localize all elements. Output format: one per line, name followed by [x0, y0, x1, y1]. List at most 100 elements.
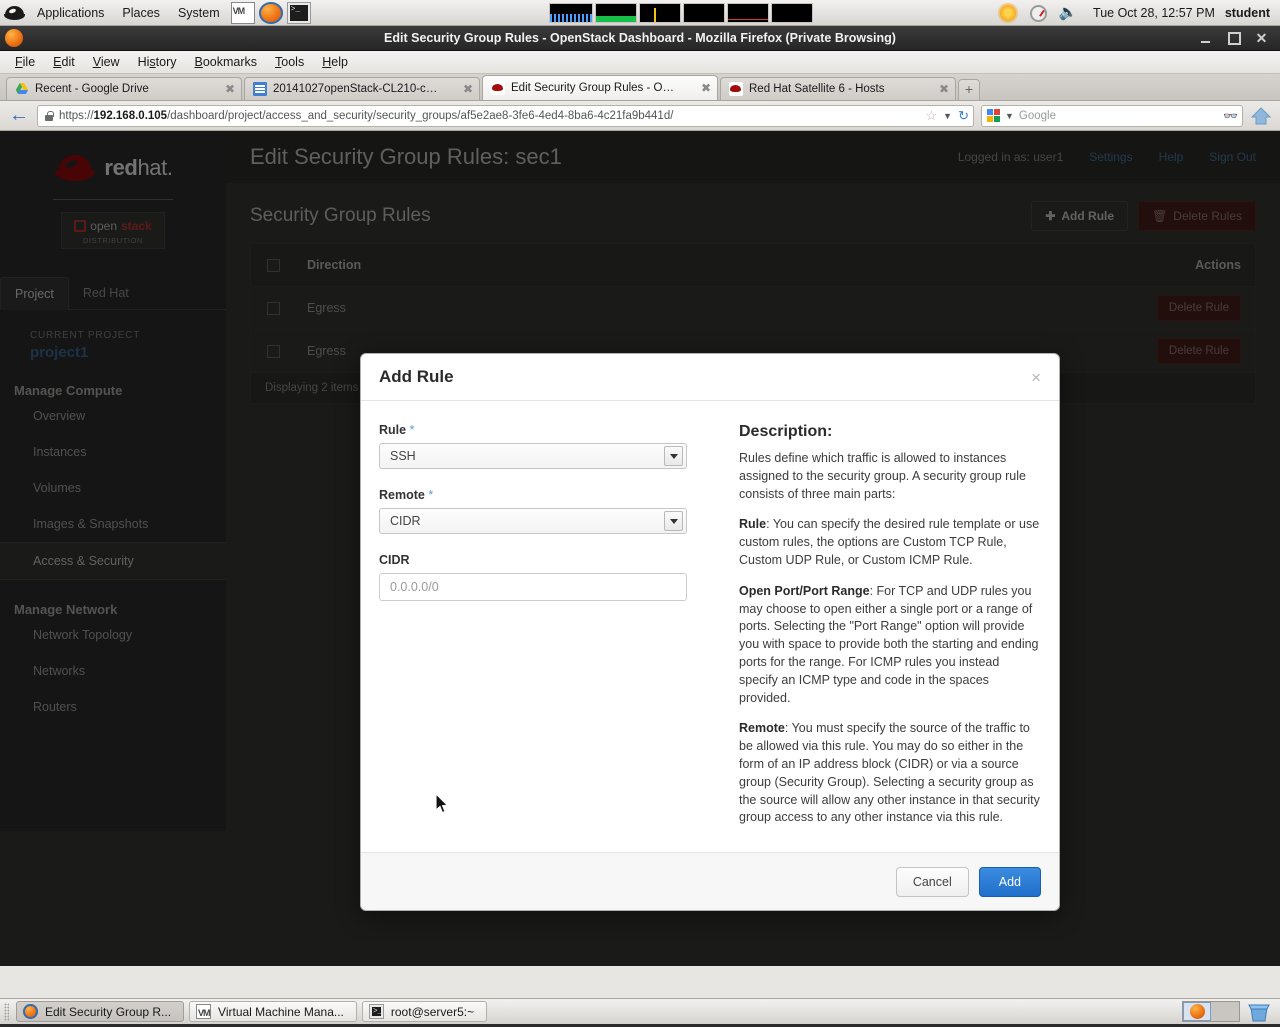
menu-help[interactable]: Help	[313, 53, 357, 71]
taskbar-label: root@server5:~	[391, 1005, 474, 1019]
workspace-2[interactable]	[1211, 1002, 1239, 1021]
close-button[interactable]: ✕	[1255, 32, 1268, 44]
redhat-favicon	[491, 81, 505, 95]
url-text: https://192.168.0.105/dashboard/project/…	[59, 110, 920, 122]
window-title: Edit Security Group Rules - OpenStack Da…	[0, 31, 1280, 45]
system-monitor-network[interactable]	[639, 3, 681, 23]
close-icon[interactable]: ×	[1031, 369, 1041, 386]
reload-icon[interactable]: ↻	[958, 108, 969, 124]
modal-title: Add Rule	[379, 367, 454, 387]
search-input[interactable]: Google	[1019, 110, 1056, 122]
system-monitor-disk[interactable]	[771, 3, 813, 23]
menu-bookmarks[interactable]: Bookmarks	[186, 53, 267, 71]
field-rule: Rule * SSH	[379, 423, 695, 469]
maximize-button[interactable]	[1228, 32, 1241, 45]
volume-icon[interactable]: 🔈	[1057, 2, 1079, 24]
chevron-down-icon[interactable]	[664, 446, 683, 466]
modal-description-column: Description: Rules define which traffic …	[709, 423, 1041, 852]
tab-close-icon[interactable]: ✖	[215, 82, 235, 96]
description-paragraph-0: Rules define which traffic is allowed to…	[739, 450, 1041, 503]
page-viewport: redhat. openstack DISTRIBUTION Project R…	[0, 131, 1280, 966]
browser-navbar: ← https://192.168.0.105/dashboard/projec…	[0, 101, 1280, 131]
menu-system[interactable]: System	[169, 1, 229, 25]
system-monitor-swap[interactable]	[683, 3, 725, 23]
menu-places[interactable]: Places	[113, 1, 169, 25]
workspace-1[interactable]	[1183, 1002, 1211, 1021]
menu-file[interactable]: File	[6, 53, 44, 71]
home-icon[interactable]	[1250, 105, 1272, 127]
description-paragraph-1: Rule: You can specify the desired rule t…	[739, 516, 1041, 569]
modal-body: Rule * SSH Remote *	[361, 401, 1059, 852]
tab-close-icon[interactable]: ✖	[691, 81, 711, 95]
menu-edit[interactable]: Edit	[44, 53, 84, 71]
redhat-logo-icon	[4, 3, 26, 23]
back-button[interactable]: ←	[8, 105, 30, 127]
gauge-icon[interactable]	[1027, 2, 1049, 24]
taskbar-window-virt-manager[interactable]: VM Virtual Machine Mana...	[189, 1001, 357, 1022]
browser-menubar: File Edit View History Bookmarks Tools H…	[0, 51, 1280, 74]
label-rule: Rule *	[379, 423, 695, 437]
cidr-input[interactable]: 0.0.0.0/0	[379, 573, 687, 601]
menu-tools[interactable]: Tools	[266, 53, 313, 71]
google-icon	[987, 109, 1000, 122]
url-bar[interactable]: https://192.168.0.105/dashboard/project/…	[37, 105, 974, 127]
panel-username[interactable]: student	[1225, 6, 1280, 20]
search-bar[interactable]: ▼ Google 👓	[981, 105, 1243, 127]
system-monitor-load[interactable]	[727, 3, 769, 23]
add-button[interactable]: Add	[979, 867, 1041, 897]
workspace-switcher[interactable]	[1182, 1001, 1240, 1022]
label-cidr: CIDR	[379, 553, 695, 567]
minimize-button[interactable]	[1201, 34, 1214, 43]
chevron-down-icon[interactable]: ▼	[943, 111, 952, 121]
modal-header: Add Rule ×	[361, 354, 1059, 401]
remote-select-value: CIDR	[390, 514, 421, 528]
desc-bold: Open Port/Port Range	[739, 584, 870, 598]
chevron-down-icon[interactable]	[664, 511, 683, 531]
taskbar-grip	[4, 1003, 9, 1021]
taskbar-window-terminal[interactable]: >_ root@server5:~	[362, 1001, 487, 1022]
label-remote-text: Remote	[379, 488, 425, 502]
desc-text: : For TCP and UDP rules you may choose t…	[739, 584, 1039, 705]
firefox-window: Edit Security Group Rules - OpenStack Da…	[0, 26, 1280, 998]
firefox-window-icon	[5, 29, 23, 47]
new-tab-button[interactable]: +	[958, 79, 980, 100]
menu-history[interactable]: History	[129, 53, 186, 71]
menu-view[interactable]: View	[84, 53, 129, 71]
bookmark-star-icon[interactable]: ☆	[926, 108, 938, 124]
gnome-top-panel: Applications Places System VM >_ 🔈 Tue O…	[0, 0, 1280, 26]
browser-tab-0[interactable]: Recent - Google Drive ✖	[6, 77, 242, 100]
desc-text: : You can specify the desired rule templ…	[739, 517, 1039, 567]
taskbar-window-firefox[interactable]: Edit Security Group R...	[16, 1001, 184, 1022]
cancel-button[interactable]: Cancel	[896, 867, 969, 897]
label-cidr-text: CIDR	[379, 553, 410, 567]
tab-close-icon[interactable]: ✖	[929, 82, 949, 96]
trash-icon[interactable]	[1248, 1002, 1270, 1022]
bottom-taskbar: Edit Security Group R... VM Virtual Mach…	[0, 998, 1280, 1024]
tab-label: Recent - Google Drive	[35, 83, 149, 95]
binoculars-icon[interactable]: 👓	[1223, 109, 1238, 123]
virt-manager-icon: VM	[196, 1004, 211, 1019]
browser-tab-1[interactable]: 20141027openStack-CL210-cou... ✖	[244, 77, 480, 100]
terminal-launcher-icon[interactable]: >_	[287, 2, 311, 24]
taskbar-label: Virtual Machine Mana...	[218, 1005, 344, 1019]
search-engine-chevron-icon[interactable]: ▼	[1005, 111, 1014, 121]
modal-footer: Cancel Add	[361, 852, 1059, 910]
menu-applications[interactable]: Applications	[28, 1, 113, 25]
browser-tab-2[interactable]: Edit Security Group Rules - Ope... ✖	[482, 75, 718, 100]
desc-bold: Remote	[739, 721, 785, 735]
redhat-favicon	[729, 82, 743, 96]
rule-select-value: SSH	[390, 449, 416, 463]
document-icon	[253, 82, 267, 96]
system-monitor-cpu[interactable]	[549, 3, 593, 23]
sun-icon[interactable]	[997, 2, 1019, 24]
system-monitor-memory[interactable]	[595, 3, 637, 23]
lock-icon	[45, 111, 53, 121]
firefox-launcher-icon[interactable]	[259, 2, 283, 24]
virt-manager-icon[interactable]: VM	[231, 2, 255, 24]
rule-select[interactable]: SSH	[379, 443, 687, 469]
panel-clock[interactable]: Tue Oct 28, 12:57 PM	[1083, 6, 1225, 20]
browser-tab-3[interactable]: Red Hat Satellite 6 - Hosts ✖	[720, 77, 956, 100]
tab-close-icon[interactable]: ✖	[453, 82, 473, 96]
remote-select[interactable]: CIDR	[379, 508, 687, 534]
tab-label: Red Hat Satellite 6 - Hosts	[749, 83, 885, 95]
